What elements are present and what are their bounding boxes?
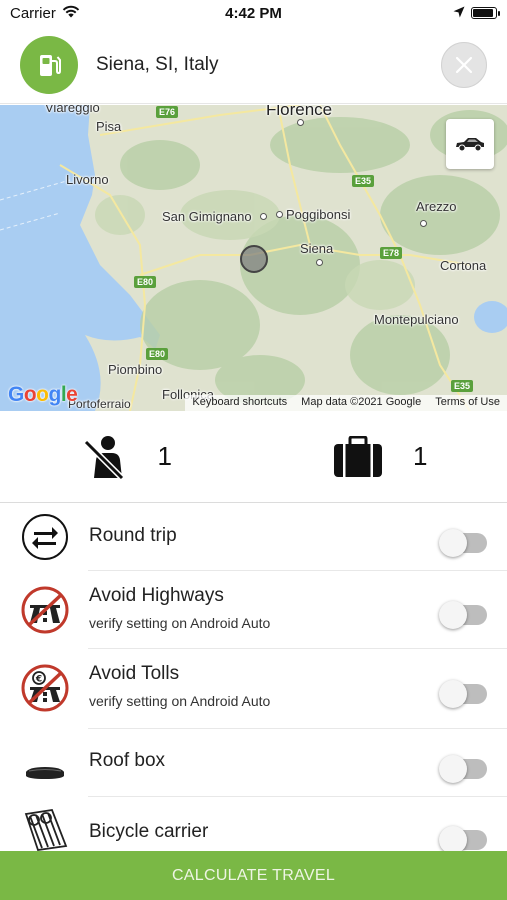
map-label-siena: Siena	[300, 241, 334, 256]
no-highway-icon	[20, 585, 70, 635]
map-label-cortona: Cortona	[440, 258, 487, 273]
option-subtitle: verify setting on Android Auto	[89, 615, 271, 631]
option-title: Avoid Highways	[89, 585, 224, 606]
option-avoid-highways[interactable]: Avoid Highways verify setting on Android…	[0, 571, 507, 649]
keyboard-shortcuts-link[interactable]: Keyboard shortcuts	[185, 395, 294, 411]
passenger-count: 1	[157, 441, 172, 471]
roof-box-toggle[interactable]	[439, 755, 487, 783]
passenger-icon	[83, 435, 124, 480]
luggage-count: 1	[413, 441, 428, 471]
terms-link[interactable]: Terms of Use	[428, 395, 507, 411]
close-icon	[455, 56, 473, 73]
road-badge-e35: E35	[352, 175, 375, 187]
option-title: Round trip	[89, 525, 177, 546]
map-dot-poggibonsi	[276, 211, 283, 218]
option-title: Bicycle carrier	[89, 821, 209, 842]
map-label-san-gimignano: San Gimignano	[162, 209, 252, 224]
map-label-florence: Florence	[266, 105, 333, 119]
option-subtitle: verify setting on Android Auto	[89, 693, 271, 709]
road-badge-e78: E78	[380, 247, 403, 259]
svg-text:€: €	[35, 675, 42, 685]
roof-box-icon	[20, 749, 70, 799]
status-bar: Carrier 4:42 PM	[0, 0, 507, 26]
map-label-portoferraio: Portoferraio	[68, 397, 131, 411]
no-tolls-icon: €	[20, 663, 70, 713]
round-trip-toggle[interactable]	[439, 529, 487, 557]
map-label-montepulciano: Montepulciano	[374, 312, 459, 327]
map-label-livorno: Livorno	[66, 172, 109, 187]
map-label-pisa: Pisa	[96, 119, 122, 134]
map-data-label: Map data ©2021 Google	[301, 396, 422, 408]
wifi-icon	[62, 5, 80, 22]
option-round-trip[interactable]: Round trip	[0, 503, 507, 571]
option-title: Roof box	[89, 750, 166, 771]
map-view[interactable]: Viareggio Pisa Florence Livorno San Gimi…	[0, 105, 507, 411]
battery-icon	[471, 7, 500, 19]
option-avoid-tolls[interactable]: € Avoid Tolls verify setting on Android …	[0, 649, 507, 729]
car-icon	[456, 138, 484, 152]
option-title: Avoid Tolls	[89, 663, 180, 684]
suitcase-icon	[334, 435, 383, 477]
location-arrow-icon	[453, 5, 465, 22]
road-badge-e80-south: E80	[146, 348, 169, 360]
counters-row: 1 1	[0, 411, 507, 503]
map-label-piombino: Piombino	[108, 362, 163, 377]
location-marker[interactable]	[240, 245, 268, 273]
round-trip-icon	[20, 512, 70, 562]
vehicle-button[interactable]	[446, 119, 494, 169]
map-label-viareggio: Viareggio	[45, 105, 100, 115]
map-dot-florence	[297, 119, 304, 126]
close-button[interactable]	[441, 41, 487, 88]
option-bicycle-carrier[interactable]: Bicycle carrier	[0, 797, 507, 854]
bicycle-carrier-icon	[20, 803, 70, 853]
map-footer: Keyboard shortcuts Map data ©2021 Google…	[185, 395, 507, 411]
map-label-arezzo: Arezzo	[416, 199, 457, 214]
luggage-counter[interactable]: 1	[254, 411, 507, 502]
calculate-travel-button[interactable]: CALCULATE TRAVEL	[0, 851, 507, 900]
passenger-counter[interactable]: 1	[0, 411, 254, 502]
location-header: Siena, SI, Italy	[0, 26, 507, 104]
road-badge-e76: E76	[156, 106, 179, 118]
google-logo: Google	[8, 383, 78, 406]
avoid-highways-toggle[interactable]	[439, 601, 487, 629]
map-dot-san-gimignano	[260, 213, 267, 220]
road-badge-e80: E80	[134, 276, 157, 288]
option-roof-box[interactable]: Roof box	[0, 729, 507, 797]
fuel-pump-icon	[20, 35, 78, 94]
map-dot-arezzo	[420, 220, 427, 227]
location-title: Siena, SI, Italy	[96, 53, 219, 75]
bicycle-carrier-toggle[interactable]	[439, 826, 487, 854]
map-dot-siena	[316, 259, 323, 266]
map-label-poggibonsi: Poggibonsi	[286, 207, 351, 222]
carrier-label: Carrier	[10, 4, 56, 22]
avoid-tolls-toggle[interactable]	[439, 680, 487, 708]
road-badge-e35-south: E35	[451, 380, 474, 392]
